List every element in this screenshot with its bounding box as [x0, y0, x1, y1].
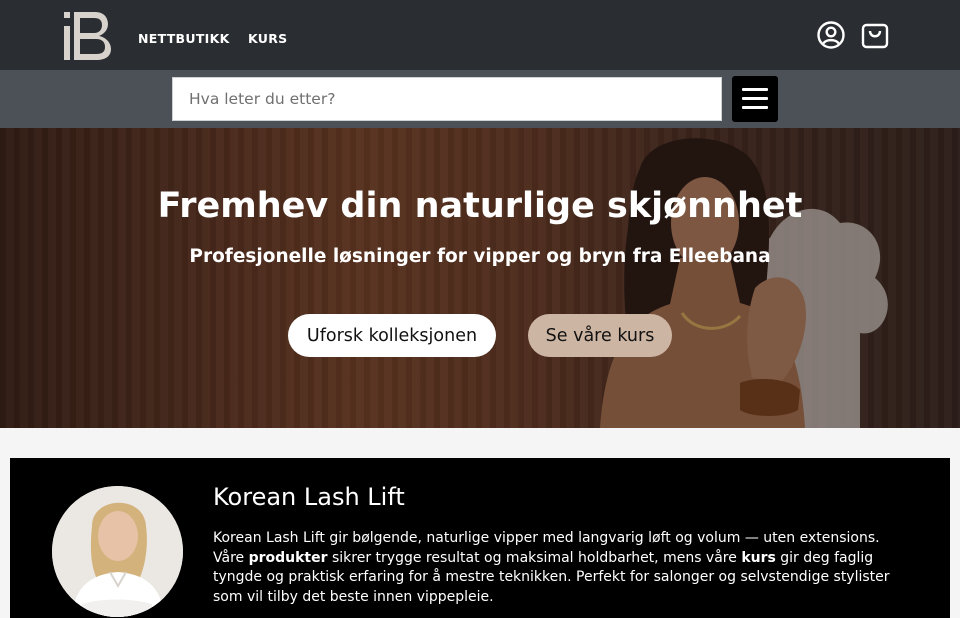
shopping-bag-icon[interactable] — [860, 20, 890, 50]
instructor-portrait-image — [52, 486, 183, 617]
hero-banner — [0, 128, 960, 428]
products-link[interactable]: produkter — [249, 550, 328, 566]
feature-text-part-2: sikrer trygge resultat og maksimal holdb… — [327, 549, 742, 566]
avatar — [52, 486, 183, 617]
ib-monogram-logo[interactable] — [62, 9, 114, 63]
explore-collection-button[interactable]: Uforsk kolleksjonen — [288, 314, 496, 357]
feature-title: Korean Lash Lift — [213, 483, 405, 511]
hero-overlay — [0, 128, 960, 428]
nav-link-kurs[interactable]: KURS — [248, 31, 287, 46]
nav-link-nettbutikk[interactable]: NETTBUTIKK — [138, 31, 230, 46]
search-input[interactable] — [172, 77, 722, 121]
user-circle-icon[interactable] — [816, 20, 846, 50]
feature-description: Korean Lash Lift gir bølgende, naturlige… — [213, 529, 903, 607]
hamburger-menu-icon[interactable] — [732, 76, 778, 122]
see-courses-button[interactable]: Se våre kurs — [528, 314, 672, 357]
hero-subtitle: Profesjonelle løsninger for vipper og br… — [189, 246, 771, 267]
courses-link[interactable]: kurs — [741, 550, 776, 566]
hero-title: Fremhev din naturlige skjønnhet — [157, 186, 803, 226]
